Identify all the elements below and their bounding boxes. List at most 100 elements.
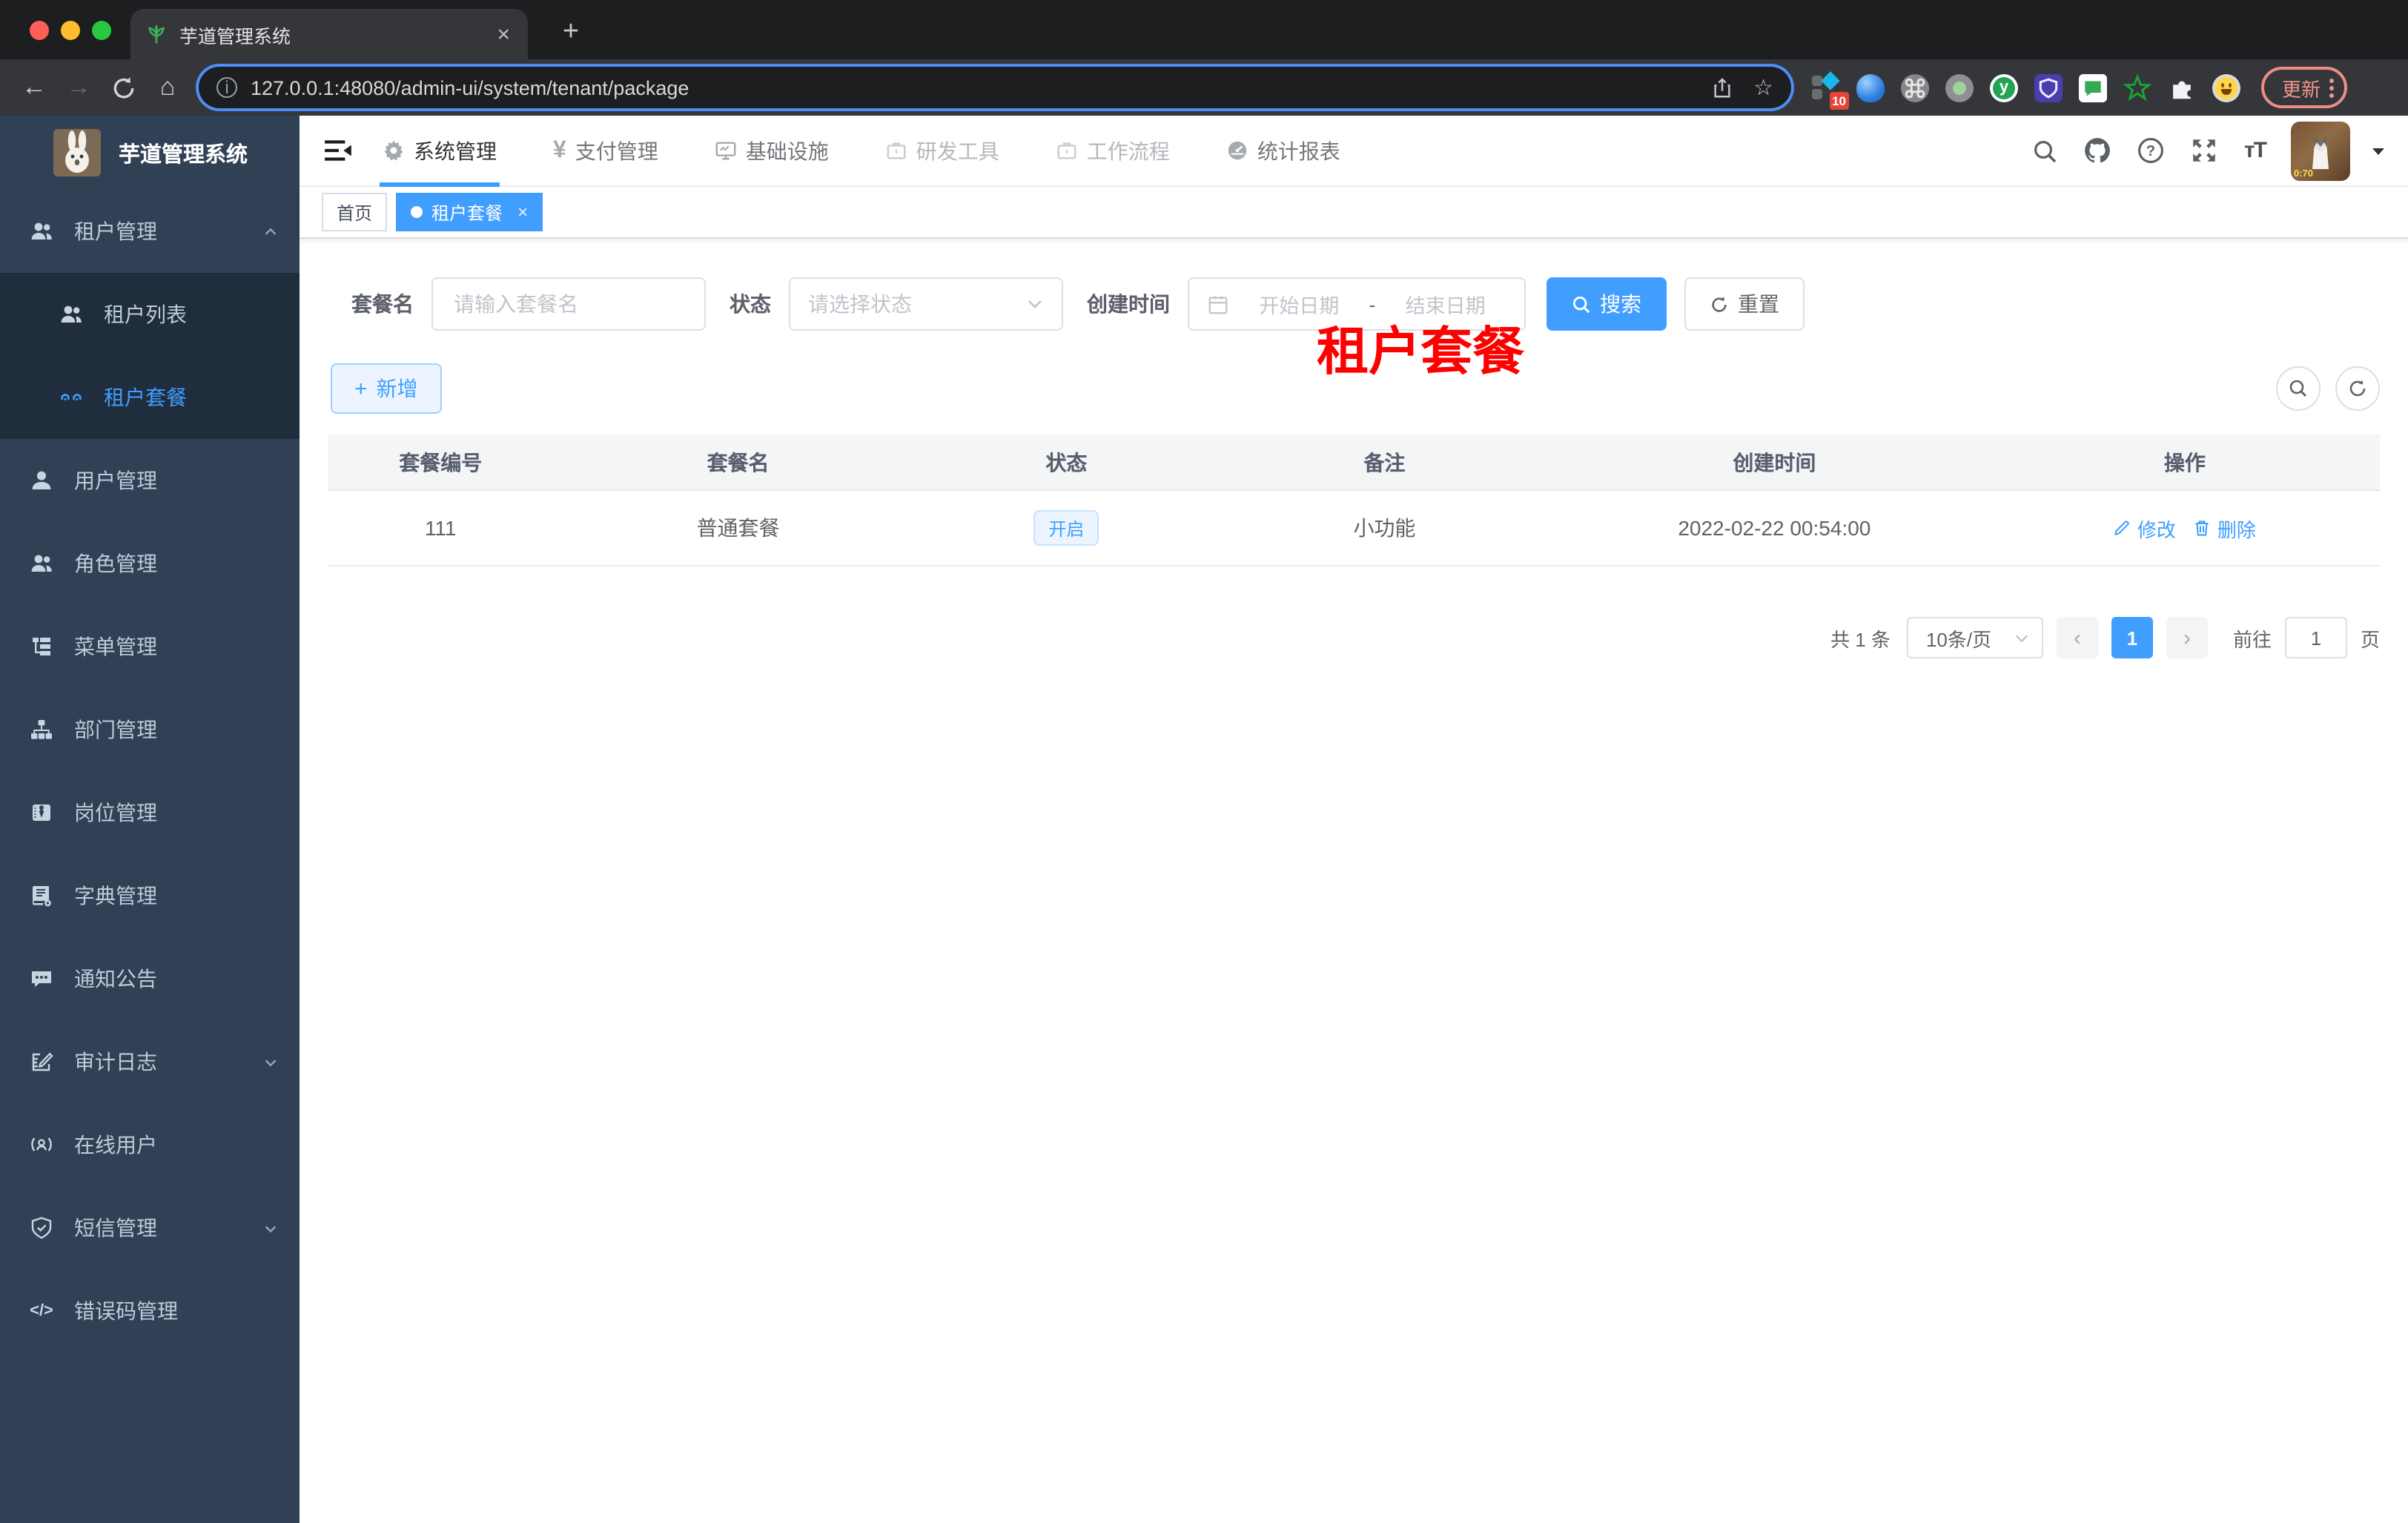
share-icon[interactable]	[1710, 76, 1733, 99]
extension-grid-diamond-icon[interactable]: 10	[1812, 70, 1849, 109]
help-icon[interactable]: ?	[2137, 136, 2166, 165]
edit-link[interactable]: 修改	[2114, 514, 2176, 542]
sidebar-item-notice[interactable]: 通知公告	[0, 937, 300, 1020]
search-icon[interactable]	[2032, 137, 2059, 164]
extension-star-icon[interactable]	[2123, 73, 2151, 102]
extension-shield-icon[interactable]	[2034, 73, 2063, 102]
prev-page-button[interactable]: ‹	[2056, 617, 2098, 658]
nav-item-system[interactable]: 系统管理	[377, 115, 503, 186]
sidebar-item-error-code[interactable]: </> 错误码管理	[0, 1269, 300, 1352]
sidebar-item-tenant-package[interactable]: 租户套餐	[0, 356, 300, 439]
sidebar-item-tenant-management[interactable]: 租户管理	[0, 190, 300, 273]
next-page-button[interactable]: ›	[2166, 617, 2208, 658]
new-tab-button[interactable]: +	[552, 15, 590, 50]
page-number-1[interactable]: 1	[2111, 617, 2153, 658]
fullscreen-icon[interactable]	[2191, 136, 2219, 165]
extension-command-icon[interactable]	[1901, 73, 1929, 102]
refresh-icon	[1710, 294, 1729, 314]
status-select[interactable]: 请选择状态	[789, 277, 1063, 331]
sidebar-item-user-management[interactable]: 用户管理	[0, 439, 300, 522]
search-button[interactable]: 搜索	[1547, 277, 1667, 331]
avatar[interactable]: 0:70	[2291, 121, 2350, 180]
nav-item-reports[interactable]: 统计报表	[1220, 115, 1346, 186]
browser-tab[interactable]: 芋道管理系统 ×	[130, 9, 528, 59]
goto-page-input[interactable]	[2284, 617, 2347, 658]
window-controls[interactable]	[30, 21, 111, 40]
extension-badge: 10	[1829, 91, 1849, 109]
sidebar-item-tenant-list[interactable]: 租户列表	[0, 273, 300, 356]
col-header-remark: 备注	[1363, 450, 1406, 474]
extension-puzzle-icon[interactable]	[2168, 73, 2196, 102]
tag-close-icon[interactable]: ×	[517, 202, 528, 222]
cell-id: 111	[424, 516, 457, 540]
sidebar-item-post-management[interactable]: 岗位管理	[0, 771, 300, 854]
goto-label: 前往	[2232, 628, 2272, 650]
sidebar-item-dict-management[interactable]: 字典管理	[0, 854, 300, 937]
online-user-icon	[30, 1133, 53, 1157]
sidebar-item-sms-management[interactable]: 短信管理	[0, 1186, 300, 1269]
nav-item-workflow[interactable]: 工作流程	[1050, 115, 1176, 186]
refresh-table-button[interactable]	[2335, 366, 2380, 411]
github-icon[interactable]	[2084, 136, 2112, 165]
reset-button[interactable]: 重置	[1684, 277, 1805, 331]
show-search-button[interactable]	[2276, 366, 2321, 411]
tab-close-icon[interactable]: ×	[494, 22, 513, 47]
package-name-input-field[interactable]	[451, 291, 687, 317]
close-window-button[interactable]	[30, 21, 49, 40]
cell-status: 开启	[923, 491, 1211, 565]
extension-chat-icon[interactable]	[2079, 73, 2107, 102]
site-info-icon[interactable]: i	[216, 77, 237, 98]
status-badge[interactable]: 开启	[1033, 510, 1099, 546]
tag-tenant-package[interactable]: 租户套餐 ×	[396, 193, 543, 231]
calendar-icon	[1207, 293, 1229, 315]
collapse-sidebar-icon[interactable]	[323, 134, 356, 167]
add-button[interactable]: + 新增	[331, 363, 442, 414]
forward-icon[interactable]: →	[56, 73, 101, 102]
package-table: 套餐编号 套餐名 状态 备注 创建时间 操作 111 普通套餐 开启 小功能 2…	[328, 435, 2380, 566]
gear-icon	[383, 139, 405, 162]
yen-icon: ¥	[553, 137, 566, 162]
screen: 芋道管理系统 × + ← → ⌂ i 127.0.0.1:48080/admin…	[0, 0, 2408, 1523]
extension-emoji-icon[interactable]	[2212, 73, 2240, 102]
url-bar[interactable]: i 127.0.0.1:48080/admin-ui/system/tenant…	[199, 67, 1791, 108]
sidebar-item-dept-management[interactable]: 部门管理	[0, 688, 300, 771]
url-text[interactable]: 127.0.0.1:48080/admin-ui/system/tenant/p…	[251, 76, 1690, 99]
font-size-icon[interactable]: тT	[2244, 138, 2267, 163]
page-content: 套餐名 状态 请选择状态 创建时间	[300, 239, 2408, 1523]
zoom-window-button[interactable]	[92, 21, 111, 40]
browser-toolbar: ← → ⌂ i 127.0.0.1:48080/admin-ui/system/…	[0, 59, 2408, 116]
sidebar-item-audit-log[interactable]: 审计日志	[0, 1020, 300, 1103]
page-unit-label: 页	[2360, 628, 2380, 650]
cell-remark: 小功能	[1353, 516, 1416, 540]
home-icon[interactable]: ⌂	[145, 73, 190, 102]
plus-icon: +	[354, 376, 368, 401]
date-field-label: 创建时间	[1087, 292, 1170, 316]
browser-update-button[interactable]: 更新	[2261, 67, 2348, 108]
bookmark-star-icon[interactable]: ☆	[1753, 74, 1773, 101]
app-logo-row[interactable]: 芋道管理系统	[0, 116, 300, 190]
page-size-select[interactable]: 10条/页	[1906, 617, 2043, 658]
minimize-window-button[interactable]	[61, 21, 80, 40]
reload-icon[interactable]	[101, 75, 145, 100]
tag-home[interactable]: 首页	[322, 193, 388, 231]
nav-item-payment[interactable]: ¥ 支付管理	[547, 115, 664, 186]
sidebar-item-online-users[interactable]: 在线用户	[0, 1103, 300, 1186]
nav-item-infrastructure[interactable]: 基础设施	[709, 115, 835, 186]
chevron-down-icon	[2014, 630, 2030, 646]
trash-icon	[2196, 521, 2209, 536]
chevron-down-icon	[262, 1220, 279, 1236]
extension-y-icon[interactable]: y	[1990, 73, 2018, 102]
back-icon[interactable]: ←	[12, 73, 56, 102]
browser-tab-bar: 芋道管理系统 × +	[0, 0, 2408, 59]
avatar-dropdown-caret-icon[interactable]	[2369, 142, 2387, 159]
extension-dot-icon[interactable]	[1945, 73, 1974, 102]
update-label: 更新	[2282, 78, 2321, 100]
delete-link[interactable]: 删除	[2194, 514, 2256, 542]
goto-page-input-field[interactable]	[2286, 618, 2346, 657]
extension-gem-icon[interactable]	[1856, 73, 1885, 102]
package-name-input[interactable]	[431, 277, 706, 331]
sidebar-item-role-management[interactable]: 角色管理	[0, 522, 300, 605]
sidebar-item-menu-management[interactable]: 菜单管理	[0, 605, 300, 688]
nav-item-dev-tools[interactable]: 研发工具	[879, 115, 1005, 186]
browser-menu-icon[interactable]	[2329, 75, 2335, 100]
